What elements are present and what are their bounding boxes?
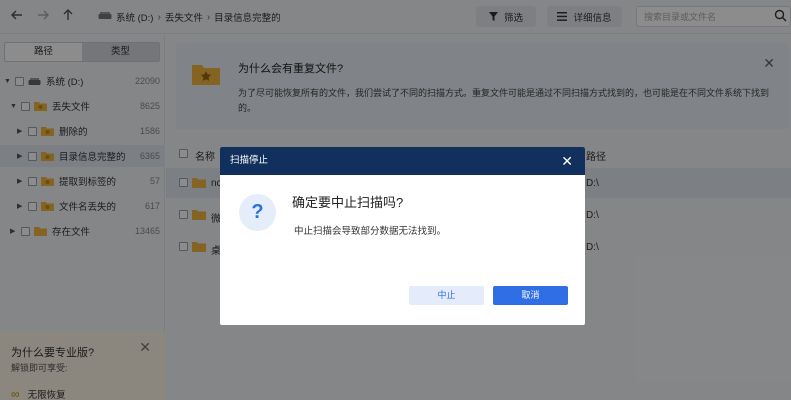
cancel-button[interactable]: 取消 <box>493 286 568 305</box>
close-icon[interactable]: ✕ <box>561 147 573 175</box>
dialog-title: 确定要中止扫描吗? <box>292 195 404 210</box>
dialog-header: 扫描停止 ✕ <box>220 147 585 175</box>
dialog-header-title: 扫描停止 <box>230 155 269 166</box>
stop-scan-dialog: 扫描停止 ✕ ? 确定要中止扫描吗? 中止扫描会导致部分数据无法找到。 中止 取… <box>220 147 585 325</box>
dialog-message: 中止扫描会导致部分数据无法找到。 <box>294 226 447 237</box>
stop-button[interactable]: 中止 <box>409 286 484 305</box>
question-icon: ? <box>239 194 276 231</box>
